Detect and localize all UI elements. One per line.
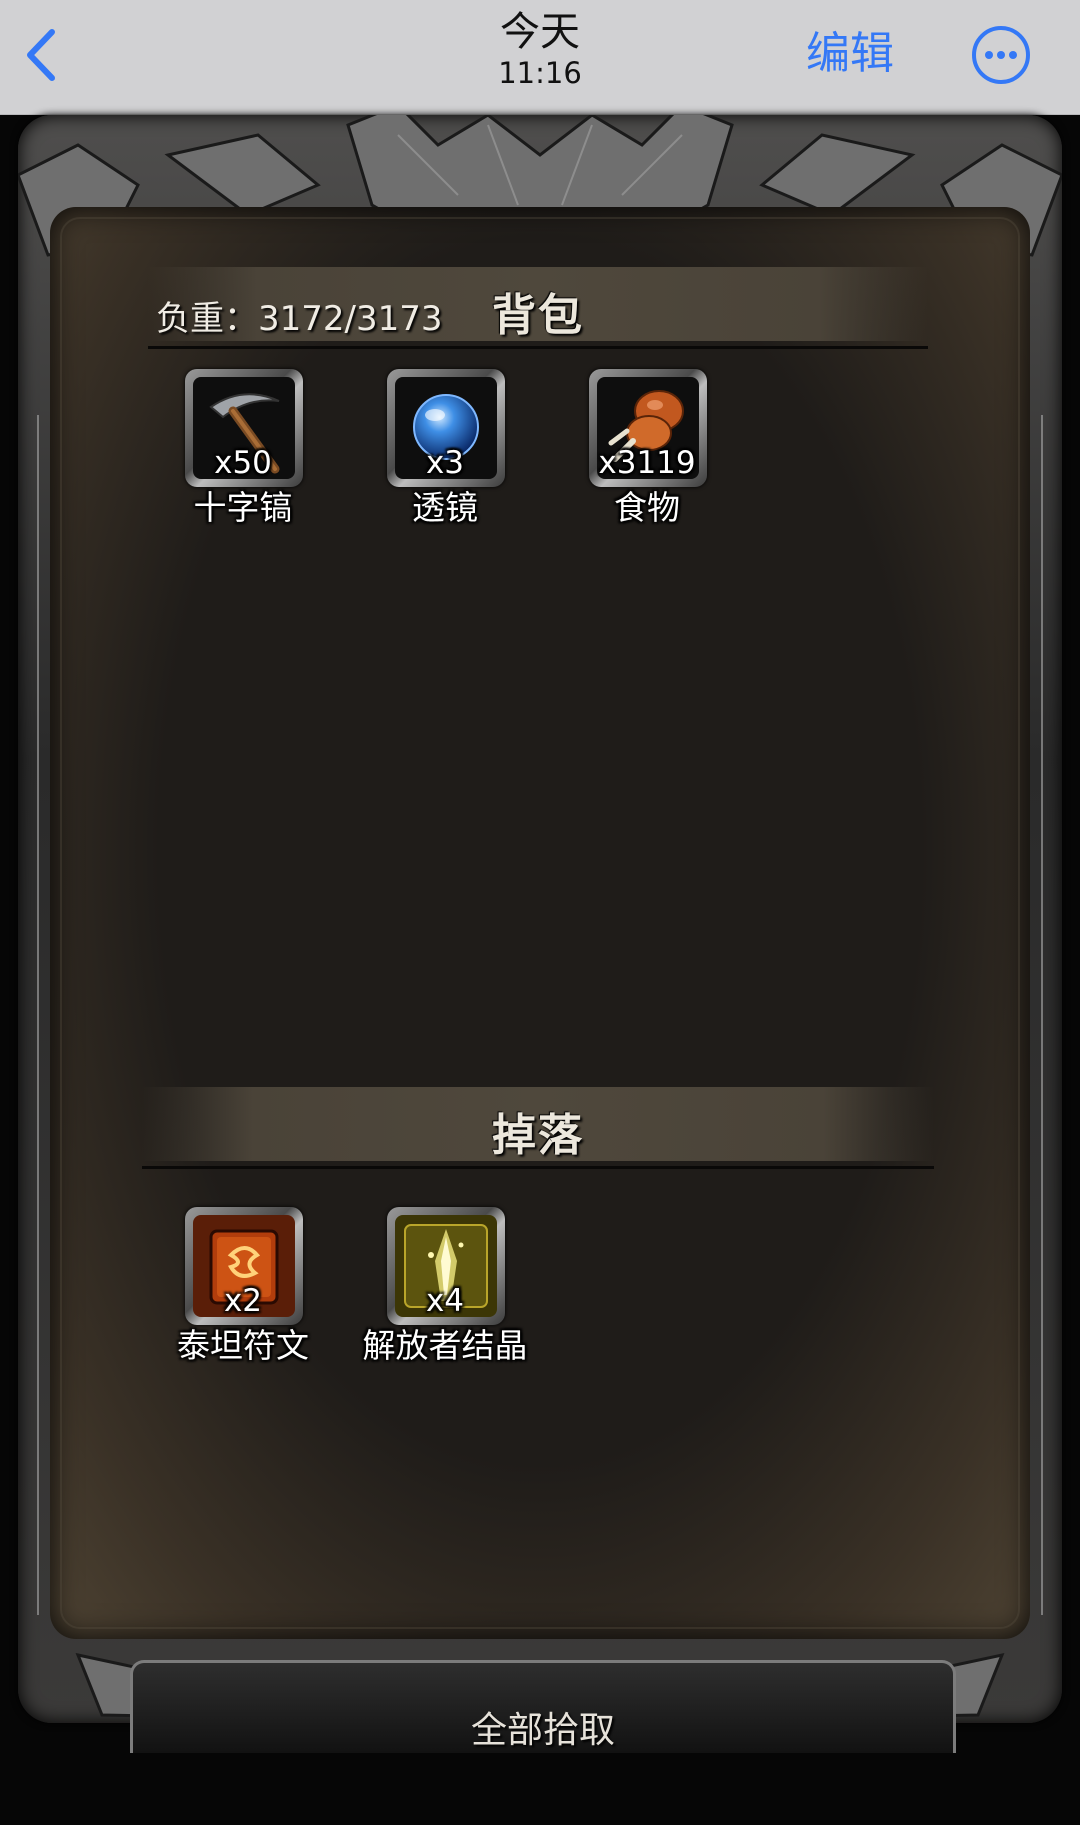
backpack-title: 背包: [492, 290, 584, 341]
inventory-panel: 负重：3172/3173 背包 x50 十字镐 x3 透镜 x3119 食物 掉…: [50, 207, 1030, 1639]
item-name: 透镜: [412, 488, 478, 527]
drops-header: 掉落: [142, 1087, 934, 1169]
backpack-header: 负重：3172/3173 背包: [148, 267, 928, 349]
drop-item-titan-rune[interactable]: x2 泰坦符文: [168, 1207, 318, 1367]
more-button[interactable]: [970, 24, 1032, 86]
backpack-item-food[interactable]: x3119 食物: [572, 369, 722, 529]
item-name: 食物: [614, 488, 680, 527]
drops-title: 掉落: [492, 1110, 584, 1161]
pickup-all-label: 全部拾取: [470, 1710, 615, 1751]
nav-title-date: 今天: [500, 9, 580, 55]
item-count: x3: [425, 445, 465, 481]
item-count: x50: [214, 445, 272, 481]
pickup-all-button[interactable]: 全部拾取: [130, 1660, 956, 1753]
nav-bar: 今天 11:16 编辑: [0, 0, 1080, 115]
ornate-frame: 负重：3172/3173 背包 x50 十字镐 x3 透镜 x3119 食物 掉…: [18, 115, 1062, 1723]
edit-button[interactable]: 编辑: [806, 24, 894, 84]
item-count: x3119: [598, 445, 696, 481]
item-count: x2: [223, 1283, 263, 1319]
item-name: 解放者结晶: [362, 1326, 528, 1365]
more-icon: [972, 26, 1030, 84]
nav-title-time: 11:16: [498, 56, 582, 90]
item-count: x4: [425, 1283, 465, 1319]
back-button[interactable]: [22, 26, 62, 84]
backpack-item-pickaxe[interactable]: x50 十字镐: [168, 369, 318, 529]
backpack-item-lens[interactable]: x3 透镜: [370, 369, 520, 529]
item-name: 十字镐: [193, 488, 293, 527]
nav-title: 今天 11:16: [390, 8, 690, 90]
item-name: 泰坦符文: [177, 1326, 309, 1365]
drop-item-liberator-crystal[interactable]: x4 解放者结晶: [363, 1207, 528, 1367]
chevron-left-icon: [27, 29, 55, 81]
game-screenshot: 负重：3172/3173 背包 x50 十字镐 x3 透镜 x3119 食物 掉…: [0, 115, 1080, 1825]
